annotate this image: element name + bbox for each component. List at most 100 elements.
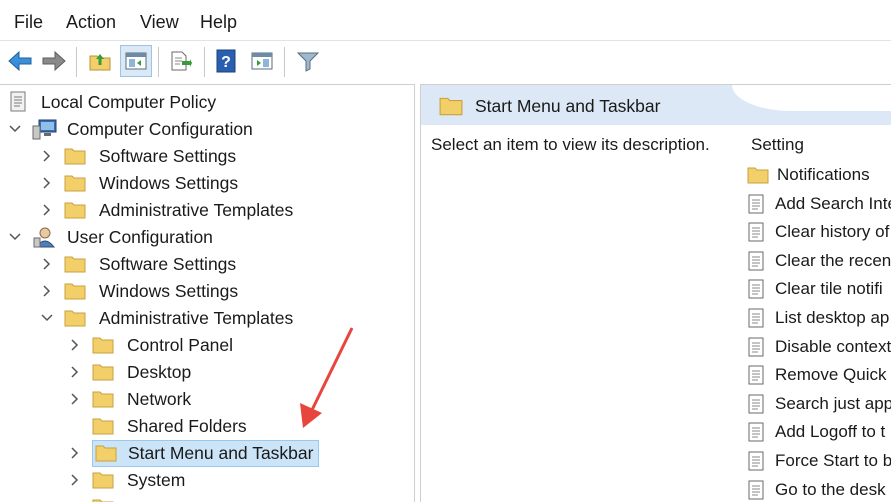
tree-selection: Start Menu and Taskbar bbox=[92, 439, 320, 467]
filter-icon bbox=[296, 52, 320, 72]
setting-row[interactable]: Go to the desk bbox=[747, 477, 886, 502]
folder-icon bbox=[64, 202, 86, 219]
folder-open-icon bbox=[64, 310, 86, 327]
show-hide-tree-button[interactable] bbox=[120, 45, 152, 77]
tree-label: System bbox=[127, 469, 186, 490]
filter-button[interactable] bbox=[292, 45, 324, 77]
setting-label: Search just app bbox=[775, 393, 891, 413]
tree-label: Local Computer Policy bbox=[41, 91, 217, 112]
policy-setting-icon bbox=[748, 394, 764, 414]
details-header: Start Menu and Taskbar bbox=[421, 85, 891, 125]
chevron-right-icon[interactable] bbox=[40, 203, 54, 217]
export-list-icon bbox=[171, 51, 192, 71]
details-pane: Start Menu and Taskbar Select an item to… bbox=[420, 84, 891, 502]
policy-setting-icon bbox=[748, 251, 764, 271]
setting-row[interactable]: Clear the recen bbox=[747, 248, 891, 274]
chevron-right-icon[interactable] bbox=[68, 338, 82, 352]
folder-icon bbox=[95, 445, 117, 462]
forward-button[interactable] bbox=[38, 45, 70, 77]
tree-item-user-configuration[interactable]: User Configuration bbox=[8, 224, 216, 250]
tree-item-administrative-templates[interactable]: Administrative Templates bbox=[40, 197, 296, 223]
setting-row[interactable]: Clear tile notifi bbox=[747, 276, 883, 302]
back-button[interactable] bbox=[4, 45, 36, 77]
tree-item-user-windows-settings[interactable]: Windows Settings bbox=[40, 278, 241, 304]
tree-item-system[interactable]: System bbox=[68, 467, 188, 493]
tree-item-control-panel[interactable]: Control Panel bbox=[68, 332, 236, 358]
menu-file[interactable]: File bbox=[14, 12, 43, 33]
tree-item-software-settings[interactable]: Software Settings bbox=[40, 143, 239, 169]
chevron-right-icon[interactable] bbox=[40, 176, 54, 190]
policy-setting-icon bbox=[748, 480, 764, 500]
help-button[interactable]: ? bbox=[210, 45, 242, 77]
tree-item-computer-configuration[interactable]: Computer Configuration bbox=[8, 116, 256, 142]
toolbar: ? bbox=[0, 40, 891, 83]
chevron-right-icon[interactable] bbox=[40, 257, 54, 271]
chevron-right-icon[interactable] bbox=[68, 392, 82, 406]
show-hide-tree-icon bbox=[125, 52, 147, 70]
menu-action[interactable]: Action bbox=[66, 12, 116, 33]
setting-row[interactable]: Notifications bbox=[747, 162, 870, 188]
tree-label: Start Menu and Taskbar bbox=[128, 442, 314, 463]
menu-view[interactable]: View bbox=[140, 12, 179, 33]
setting-label: Clear history of bbox=[775, 222, 890, 242]
folder-icon bbox=[64, 175, 86, 192]
computer-icon bbox=[32, 119, 57, 140]
chevron-down-icon[interactable] bbox=[40, 311, 54, 325]
tree-item-desktop[interactable]: Desktop bbox=[68, 359, 194, 385]
setting-row[interactable]: Add Search Inte bbox=[747, 191, 891, 217]
folder-icon bbox=[92, 364, 114, 381]
chevron-right-icon[interactable] bbox=[68, 365, 82, 379]
tree-label: Network bbox=[127, 388, 192, 409]
tree-item-windows-settings[interactable]: Windows Settings bbox=[40, 170, 241, 196]
setting-label: Notifications bbox=[777, 165, 870, 184]
up-folder-icon bbox=[89, 54, 111, 71]
setting-label: Clear the recen bbox=[775, 250, 891, 270]
tree-item-user-software-settings[interactable]: Software Settings bbox=[40, 251, 239, 277]
description-text: Select an item to view its description. bbox=[431, 135, 710, 154]
tree-pane: Local Computer Policy Computer Configura… bbox=[0, 84, 415, 502]
tree-item-start-menu-and-taskbar[interactable]: Start Menu and Taskbar bbox=[68, 439, 320, 467]
setting-row[interactable]: Force Start to b bbox=[747, 448, 891, 474]
tree-item-shared-folders[interactable]: Shared Folders bbox=[68, 413, 250, 439]
tree-item-network[interactable]: Network bbox=[68, 386, 194, 412]
properties-pane-icon bbox=[251, 52, 273, 70]
menu-help[interactable]: Help bbox=[200, 12, 237, 33]
folder-icon bbox=[64, 256, 86, 273]
policy-setting-icon bbox=[748, 308, 764, 328]
up-folder-button[interactable] bbox=[84, 45, 116, 77]
setting-row[interactable]: Remove Quick bbox=[747, 362, 886, 388]
setting-label: Go to the desk bbox=[775, 479, 886, 499]
folder-icon bbox=[92, 418, 114, 435]
tree-label: Software Settings bbox=[99, 253, 237, 274]
export-list-button[interactable] bbox=[164, 45, 196, 77]
chevron-down-icon[interactable] bbox=[8, 230, 22, 244]
tree-label: User Configuration bbox=[67, 226, 213, 247]
folder-icon bbox=[64, 283, 86, 300]
setting-row[interactable]: Search just app bbox=[747, 391, 891, 417]
chevron-right-icon[interactable] bbox=[68, 446, 82, 460]
tree-label: Shared Folders bbox=[127, 415, 247, 436]
chevron-right-icon[interactable] bbox=[68, 473, 82, 487]
menu-bar: File Action View Help bbox=[0, 0, 891, 40]
tree-item-user-administrative-templates[interactable]: Administrative Templates bbox=[40, 305, 296, 331]
setting-row[interactable]: Disable context bbox=[747, 334, 891, 360]
setting-row[interactable]: Add Logoff to t bbox=[747, 419, 885, 445]
setting-label: Force Start to b bbox=[775, 451, 891, 470]
chevron-down-icon[interactable] bbox=[8, 122, 22, 136]
folder-icon bbox=[92, 391, 114, 408]
setting-row[interactable]: Clear history of bbox=[747, 219, 889, 245]
setting-row[interactable]: List desktop ap bbox=[747, 305, 889, 331]
policy-setting-icon bbox=[748, 422, 764, 442]
chevron-right-icon[interactable] bbox=[40, 284, 54, 298]
back-icon bbox=[8, 50, 32, 72]
properties-pane-button[interactable] bbox=[246, 45, 278, 77]
policy-setting-icon bbox=[748, 194, 764, 214]
chevron-right-icon[interactable] bbox=[40, 149, 54, 163]
column-header-setting[interactable]: Setting bbox=[751, 135, 804, 155]
forward-icon bbox=[42, 50, 66, 72]
policy-document-icon bbox=[10, 91, 26, 112]
tree-item-local-computer-policy[interactable]: Local Computer Policy bbox=[8, 89, 219, 115]
tree-label: Computer Configuration bbox=[67, 118, 253, 139]
folder-icon bbox=[92, 337, 114, 354]
setting-label: Remove Quick bbox=[775, 365, 887, 385]
